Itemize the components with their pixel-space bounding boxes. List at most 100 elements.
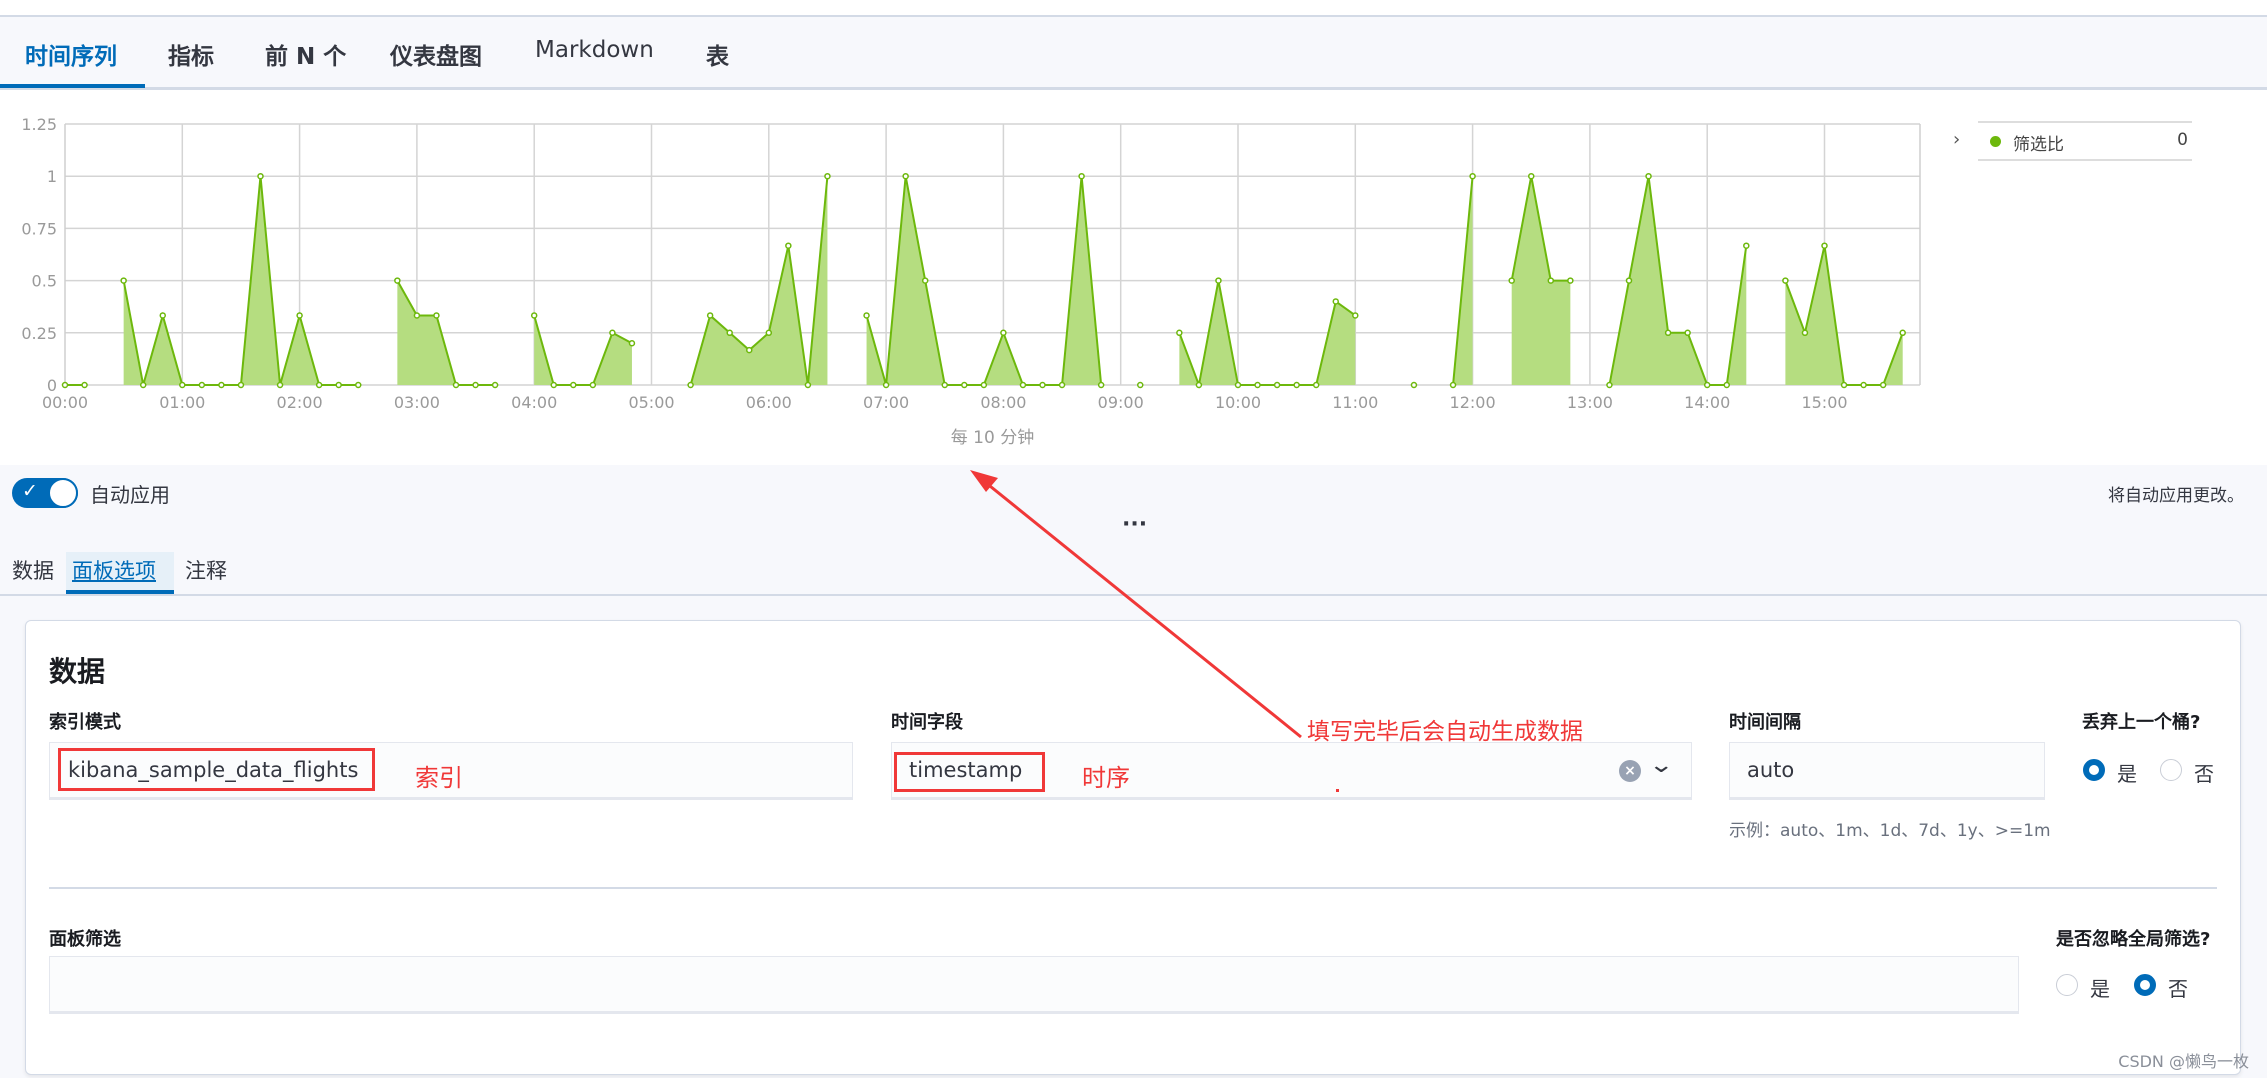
ignore-global-no-radio[interactable] <box>2134 974 2156 996</box>
interval-hint: 示例：auto、1m、1d、7d、1y、>=1m <box>1729 821 2051 841</box>
x-tick-label: 09:00 <box>1098 393 1144 412</box>
clear-icon[interactable]: × <box>1619 760 1641 782</box>
ignore-global-yes-radio[interactable] <box>2056 974 2078 996</box>
ignore-global-yes-label: 是 <box>2090 977 2110 1001</box>
data-point <box>1254 381 1261 389</box>
data-point <box>139 381 147 389</box>
data-point <box>61 381 69 389</box>
series-area <box>1785 245 1903 385</box>
time-field-label: 时间字段 <box>891 712 963 733</box>
drop-bucket-yes-radio[interactable] <box>2083 759 2105 781</box>
interval-value: auto <box>1747 758 1795 782</box>
data-point <box>355 381 362 389</box>
data-point <box>159 312 166 319</box>
x-tick-label: 04:00 <box>511 393 557 412</box>
arrow-head-icon <box>970 470 998 492</box>
data-point <box>315 381 323 389</box>
x-tick-label: 07:00 <box>863 393 909 412</box>
ellipsis-icon[interactable]: ··· <box>1122 512 1147 537</box>
drop-bucket-label: 丢弃上一个桶? <box>2082 712 2201 733</box>
tab-metric[interactable]: 指标 <box>168 37 214 71</box>
subtab-data[interactable]: 数据 <box>8 552 58 594</box>
check-icon: ✓ <box>22 480 38 502</box>
data-point <box>1606 381 1613 389</box>
toggle-knob <box>48 478 78 508</box>
x-tick-label: 00:00 <box>42 393 88 412</box>
x-tick-label: 02:00 <box>277 393 323 412</box>
data-point <box>1469 172 1476 180</box>
y-tick-label: 0.75 <box>21 219 57 238</box>
data-point <box>1352 312 1359 319</box>
section-heading: 数据 <box>49 655 106 688</box>
y-tick-label: 0.25 <box>21 324 57 343</box>
data-point <box>1743 242 1750 249</box>
x-tick-label: 10:00 <box>1215 393 1261 412</box>
data-point <box>1195 381 1203 389</box>
index-highlight-box <box>58 748 375 791</box>
subtab-panel-options[interactable]: 面板选项 <box>66 552 174 594</box>
auto-apply-note: 将自动应用更改。 <box>2108 486 2244 506</box>
legend-series-name[interactable]: 筛选比 <box>2013 130 2064 155</box>
y-tick-label: 1 <box>47 167 57 186</box>
tab-gauge[interactable]: 仪表盘图 <box>390 37 482 71</box>
data-point <box>570 381 577 389</box>
data-point <box>1293 381 1300 389</box>
legend-color-dot-icon <box>1990 136 2001 147</box>
data-point <box>81 381 88 389</box>
data-point <box>785 242 792 249</box>
data-point <box>609 329 616 337</box>
visualization-type-tabs: 时间序列 指标 前 N 个 仪表盘图 Markdown 表 <box>0 17 2267 90</box>
panel-filter-input[interactable] <box>49 956 2019 1014</box>
tab-markdown[interactable]: Markdown <box>535 37 654 63</box>
tab-table[interactable]: 表 <box>706 37 729 71</box>
tab-time-series[interactable]: 时间序列 <box>25 37 117 71</box>
subtabs-divider <box>0 594 2267 596</box>
chevron-right-icon[interactable]: › <box>1953 129 1960 150</box>
data-point <box>628 339 636 347</box>
data-point <box>452 381 460 389</box>
x-tick-label: 01:00 <box>159 393 205 412</box>
x-tick-label: 08:00 <box>980 393 1026 412</box>
data-point <box>941 381 948 389</box>
data-point <box>1723 381 1730 389</box>
data-point <box>1234 381 1242 389</box>
data-point <box>433 312 440 319</box>
top-border <box>0 0 2267 17</box>
data-point <box>198 381 206 389</box>
data-point <box>1273 381 1281 389</box>
data-point <box>120 277 127 284</box>
interval-label: 时间间隔 <box>1729 712 1801 733</box>
data-point <box>530 312 538 319</box>
drop-bucket-no-radio[interactable] <box>2160 759 2182 781</box>
data-point <box>1801 329 1809 337</box>
tab-top-n[interactable]: 前 N 个 <box>265 37 346 71</box>
data-point <box>687 381 694 389</box>
data-point <box>882 381 890 389</box>
data-point <box>746 346 753 354</box>
data-point <box>550 381 557 389</box>
data-point <box>1019 381 1027 389</box>
auto-apply-toggle[interactable]: ✓ <box>12 478 78 508</box>
y-tick-label: 1.25 <box>21 115 57 134</box>
x-axis-title: 每 10 分钟 <box>951 428 1034 448</box>
x-tick-label: 12:00 <box>1450 393 1496 412</box>
data-point <box>804 381 812 389</box>
data-point <box>589 381 597 389</box>
legend-series-value: 0 <box>2177 130 2188 150</box>
data-point <box>902 172 909 180</box>
chevron-down-icon[interactable]: ⌄ <box>1648 753 1674 778</box>
subtab-annotations[interactable]: 注释 <box>181 552 231 594</box>
drop-bucket-yes-label: 是 <box>2117 762 2137 786</box>
interval-input[interactable]: auto <box>1729 742 2045 800</box>
data-point <box>980 381 988 389</box>
data-point <box>335 381 342 389</box>
x-tick-label: 05:00 <box>628 393 674 412</box>
x-tick-label: 15:00 <box>1801 393 1847 412</box>
data-point <box>257 172 264 180</box>
ignore-global-no-label: 否 <box>2168 977 2188 1001</box>
data-point <box>1547 277 1555 284</box>
data-point <box>1782 277 1789 284</box>
data-point <box>706 312 714 319</box>
data-point <box>237 381 245 389</box>
data-point <box>1449 381 1457 389</box>
